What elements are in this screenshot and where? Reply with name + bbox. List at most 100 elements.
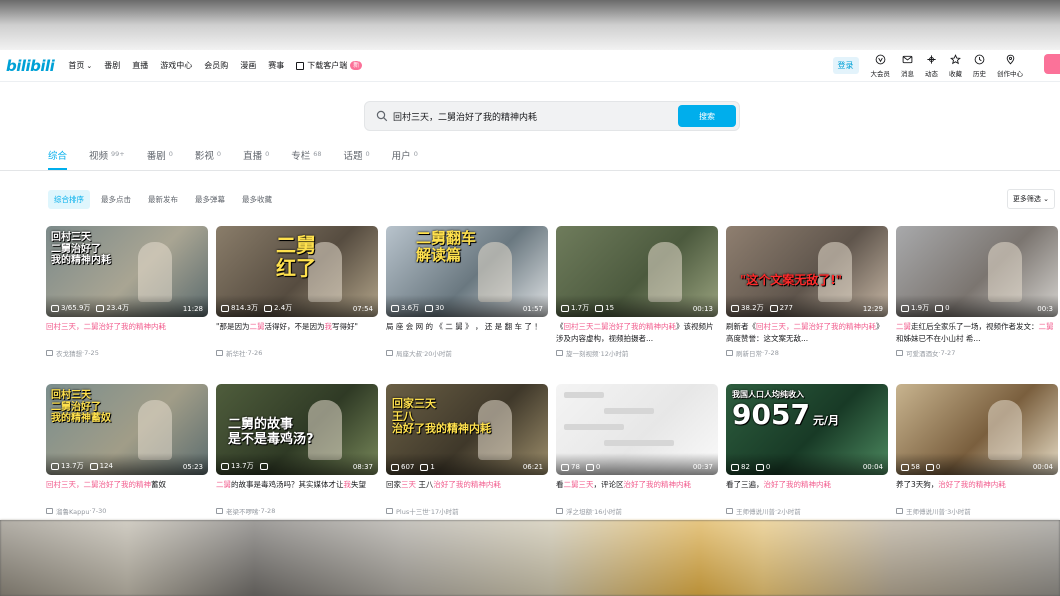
video-thumbnail[interactable]: 二舅翻车 解读篇 3.6万 30 01:57 — [386, 226, 548, 317]
thumbnail-caption: 我国人口人均纯收入 9057 元/月 — [732, 390, 839, 431]
uploader-name[interactable]: 溜鲁Kappu — [56, 506, 90, 516]
right-nav: 登录 大会员 消息 动态 收藏 历史 创作中心 — [832, 54, 1055, 78]
video-card[interactable]: 二舅 红了 814.3万 2.4万 07:54 "那是因为二舅活得好，不是因为我写得好" 新… — [216, 226, 378, 358]
more-filters-button[interactable]: 更多筛选 ⌄ — [1006, 189, 1055, 209]
uploader-name[interactable]: 可爱酒酒女 — [906, 348, 939, 358]
play-count: 814.3万 — [231, 304, 259, 312]
video-thumbnail[interactable]: 二舅 红了 814.3万 2.4万 07:54 — [216, 226, 378, 317]
filter-4[interactable]: 最多收藏 — [236, 190, 278, 209]
tab-0[interactable]: 综合 — [48, 148, 68, 170]
nav-label: 首页 — [68, 61, 85, 70]
video-thumbnail[interactable]: 回村三天 二舅治好了 我的精神蓄奴 13.7万 124 05:23 — [46, 384, 208, 475]
tab-1[interactable]: 视频 99+ — [89, 148, 125, 170]
video-title[interactable]: 回家三天 王八治好了我的精神内耗 — [386, 479, 548, 503]
filter-2[interactable]: 最新发布 — [142, 190, 184, 209]
caption-line: 是不是毒鸡汤? — [228, 431, 314, 447]
video-thumbnail[interactable]: 二舅的故事 是不是毒鸡汤? 13.7万 08:37 — [216, 384, 378, 475]
video-card[interactable]: 回村三天 二舅治好了 我的精神内耗 3/65.9万 23.4万 11:28 回村三天，二舅治… — [46, 226, 208, 358]
right-nav-item-5[interactable]: 创作中心 — [997, 54, 1023, 78]
filter-3[interactable]: 最多弹幕 — [189, 190, 231, 209]
video-title[interactable]: 看了三遍，治好了我的精神内耗 — [726, 479, 888, 503]
uploader-name[interactable]: Plus十三世 — [396, 506, 429, 516]
uploader-name[interactable]: 旋一刻视频 — [566, 348, 599, 358]
video-title[interactable]: "那是因为二舅活得好，不是因为我写得好" — [216, 321, 378, 345]
uploader-name[interactable]: 局座大叔 — [396, 348, 422, 358]
nav-item-0[interactable]: 首页 ⌄ — [68, 60, 92, 71]
right-nav-item-4[interactable]: 历史 — [973, 54, 986, 78]
video-card[interactable]: 58 0 00:04 养了3天狗，治好了我的精神内耗 王师傅说川普 · 3小时前 — [896, 384, 1058, 516]
bilibili-logo[interactable]: bilibili — [6, 57, 55, 75]
uploader-name[interactable]: 老梁不啰嗦 — [226, 506, 259, 516]
login-button[interactable]: 登录 — [832, 57, 859, 74]
uploader-name[interactable]: 浮之坦额 — [566, 506, 592, 516]
video-thumbnail[interactable]: 我国人口人均纯收入 9057 元/月 82 0 00:04 — [726, 384, 888, 475]
download-client-link[interactable]: 下载客户端 新 — [296, 60, 363, 71]
video-card[interactable]: 1.7万 15 00:13 《回村三天二舅治好了我的精神内耗》该视频片涉及内容虚构，视… — [556, 226, 718, 358]
video-title[interactable]: 二舅走红后全家乐了一场，视频作者发文：二舅和姊妹已不在小山村 希... — [896, 321, 1058, 345]
uploader-name[interactable]: 王师傅说川普 — [906, 506, 945, 516]
filter-1[interactable]: 最多点击 — [95, 190, 137, 209]
uploader-icon — [46, 350, 53, 356]
video-card[interactable]: "这个文案无敌了!" 38.2万 277 12:29 刷新者《回村三天，二舅治好了我的精… — [726, 226, 888, 358]
video-card[interactable]: 回村三天 二舅治好了 我的精神蓄奴 13.7万 124 05:23 回村三天，二舅治好了我的… — [46, 384, 208, 516]
tab-3[interactable]: 影视 0 — [195, 148, 221, 170]
right-nav-item-1[interactable]: 消息 — [901, 54, 914, 78]
uploader-name[interactable]: 新华社 — [226, 348, 246, 358]
filter-0[interactable]: 综合排序 — [48, 190, 90, 209]
video-title[interactable]: 回村三天，二舅治好了我的精神蓄奴 — [46, 479, 208, 503]
caption-line: "这个文案无敌了!" — [740, 273, 842, 287]
tab-6[interactable]: 话题 0 — [344, 148, 370, 170]
title-highlight: 二舅 — [216, 480, 231, 489]
video-title[interactable]: 二舅的故事是毒鸡汤吗？其实媒体才让我失望 — [216, 479, 378, 503]
video-title[interactable]: 局 座 会 网 的 《 二 舅 》 ， 还 是 翻 车 了 ！ — [386, 321, 548, 345]
video-card[interactable]: 我国人口人均纯收入 9057 元/月 82 0 00:04 看了三遍，治好了我的精神内耗王师… — [726, 384, 888, 516]
video-thumbnail[interactable]: 58 0 00:04 — [896, 384, 1058, 475]
uploader-name[interactable]: 刷新日常 — [736, 348, 762, 358]
nav-item-2[interactable]: 直播 — [132, 60, 148, 71]
title-text: 写得好" — [331, 322, 358, 331]
video-thumbnail[interactable]: "这个文案无敌了!" 38.2万 277 12:29 — [726, 226, 888, 317]
upload-date: 2小时前 — [777, 508, 801, 516]
video-thumbnail[interactable]: 78 0 00:37 — [556, 384, 718, 475]
video-title[interactable]: 看二舅三天，评论区治好了我的精神内耗 — [556, 479, 718, 503]
tab-7[interactable]: 用户 0 — [392, 148, 418, 170]
right-nav-item-0[interactable]: 大会员 — [871, 54, 890, 78]
video-card[interactable]: 1.9万 0 00:3 二舅走红后全家乐了一场，视频作者发文：二舅和姊妹已不在小山村 … — [896, 226, 1058, 358]
nav-item-3[interactable]: 游戏中心 — [160, 60, 192, 71]
video-title[interactable]: 《回村三天二舅治好了我的精神内耗》该视频片涉及内容虚构，视频拍摄者... — [556, 321, 718, 345]
video-card[interactable]: 回家三天 王八 治好了我的精神内耗 607 1 06:21 回家三天 王八治好了我的精神内耗… — [386, 384, 548, 516]
video-thumbnail[interactable]: 回村三天 二舅治好了 我的精神内耗 3/65.9万 23.4万 11:28 — [46, 226, 208, 317]
thumbnail-caption: 二舅 红了 — [276, 234, 316, 280]
video-card[interactable]: 二舅翻车 解读篇 3.6万 30 01:57 局 座 会 网 的 《 二 舅 》 ， 还 … — [386, 226, 548, 358]
video-card[interactable]: 二舅的故事 是不是毒鸡汤? 13.7万 08:37 二舅的故事是毒鸡汤吗？其实媒体才让我… — [216, 384, 378, 516]
search-input[interactable] — [393, 107, 673, 125]
caption-line: 二舅翻车 — [416, 229, 477, 247]
video-duration: 06:21 — [522, 463, 543, 471]
nav-item-1[interactable]: 番剧 — [104, 60, 120, 71]
tab-2[interactable]: 番剧 0 — [147, 148, 173, 170]
uploader-icon — [386, 508, 393, 514]
uploader-name[interactable]: 王师傅说川普 — [736, 506, 775, 516]
thumbnail-caption: "这个文案无敌了!" — [740, 273, 842, 288]
tab-5[interactable]: 专栏 68 — [291, 148, 321, 170]
video-title[interactable]: 刷新者《回村三天，二舅治好了我的精神内耗》高度赞誉：这文案无敌... — [726, 321, 888, 345]
right-nav-item-3[interactable]: 收藏 — [949, 54, 962, 78]
nav-item-4[interactable]: 会员购 — [204, 60, 228, 71]
upload-date: 7-26 — [247, 349, 263, 357]
video-title[interactable]: 回村三天，二舅治好了我的精神内耗 — [46, 321, 208, 345]
video-thumbnail[interactable]: 1.7万 15 00:13 — [556, 226, 718, 317]
video-meta: 浮之坦额 · 16小时前 — [556, 506, 718, 516]
video-thumbnail[interactable]: 回家三天 王八 治好了我的精神内耗 607 1 06:21 — [386, 384, 548, 475]
video-title[interactable]: 养了3天狗，治好了我的精神内耗 — [896, 479, 1058, 503]
video-card[interactable]: 78 0 00:37 看二舅三天，评论区治好了我的精神内耗浮之坦额 · 16小时前 — [556, 384, 718, 516]
upload-button[interactable] — [1044, 54, 1060, 74]
nav-item-6[interactable]: 赛事 — [268, 60, 284, 71]
video-thumbnail[interactable]: 1.9万 0 00:3 — [896, 226, 1058, 317]
main-nav: 首页 ⌄ 番剧 直播 游戏中心 会员购 漫画 赛事 — [68, 60, 296, 71]
top-header: bilibili 首页 ⌄ 番剧 直播 游戏中心 会员购 漫画 赛事 下载客户端 新 登录 大… — [0, 50, 1060, 82]
search-button[interactable]: 搜索 — [678, 105, 736, 127]
nav-item-5[interactable]: 漫画 — [240, 60, 256, 71]
uploader-name[interactable]: 衣戈猜想 — [56, 348, 82, 358]
tab-4[interactable]: 直播 0 — [243, 148, 269, 170]
right-nav-item-2[interactable]: 动态 — [925, 54, 938, 78]
